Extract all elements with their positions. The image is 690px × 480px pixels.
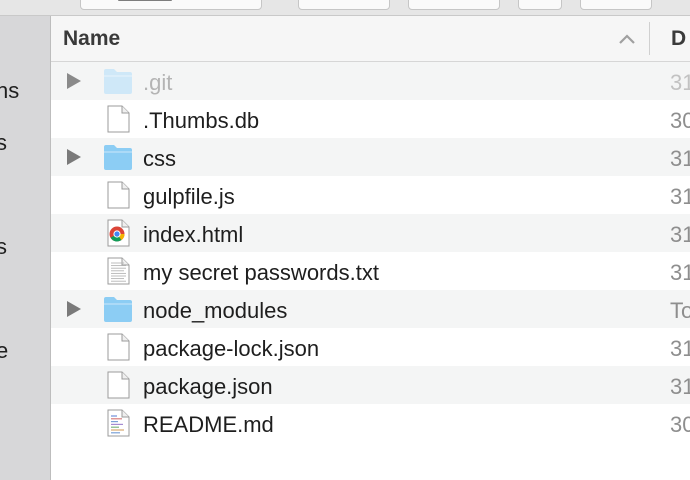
sidebar: ns s s e <box>0 16 51 480</box>
toolbar-selected-segment <box>118 0 172 1</box>
disclosure-triangle-icon[interactable] <box>67 73 81 89</box>
file-list: .git 31 .Thumbs.db 30 css 31 gulpfile.js 31 inde… <box>51 62 690 442</box>
column-header: Name D <box>51 16 690 62</box>
file-name: css <box>143 146 176 171</box>
chrome-html-file-icon <box>103 219 133 247</box>
file-row[interactable]: README.md 30 <box>51 404 690 442</box>
file-name: node_modules <box>143 298 288 323</box>
toolbar <box>0 0 690 16</box>
document-file-icon <box>103 371 133 399</box>
file-date-modified: 31 <box>670 260 690 285</box>
sidebar-item-label[interactable]: ns <box>0 78 19 104</box>
file-row[interactable]: css 31 <box>51 138 690 176</box>
markdown-file-icon <box>103 409 133 437</box>
document-file-icon <box>103 333 133 361</box>
file-date-modified: 31 <box>670 374 690 399</box>
toolbar-group-button[interactable] <box>408 0 500 10</box>
file-date-modified: 31 <box>670 146 690 171</box>
toolbar-action-button[interactable] <box>518 0 562 10</box>
file-name: index.html <box>143 222 244 247</box>
file-row[interactable]: my secret passwords.txt 31 <box>51 252 690 290</box>
file-row[interactable]: package.json 31 <box>51 366 690 404</box>
file-row[interactable]: gulpfile.js 31 <box>51 176 690 214</box>
disclosure-triangle-icon[interactable] <box>67 149 81 165</box>
sidebar-item-label[interactable]: s <box>0 234 7 260</box>
file-date-modified: 30 <box>670 108 690 133</box>
document-file-icon <box>103 181 133 209</box>
sidebar-item-label[interactable]: s <box>0 130 7 156</box>
file-date-modified: 31 <box>670 222 690 247</box>
file-row[interactable]: .Thumbs.db 30 <box>51 100 690 138</box>
file-row[interactable]: package-lock.json 31 <box>51 328 690 366</box>
file-row[interactable]: index.html 31 <box>51 214 690 252</box>
folder-icon <box>103 67 133 95</box>
file-name: .git <box>143 70 173 95</box>
file-date-modified: 31 <box>670 70 690 95</box>
column-header-name[interactable]: Name <box>63 27 120 51</box>
toolbar-share-button[interactable] <box>580 0 652 10</box>
toolbar-view-button[interactable] <box>298 0 390 10</box>
file-name: package-lock.json <box>143 336 320 361</box>
toolbar-back-forward-button[interactable] <box>80 0 262 10</box>
column-divider[interactable] <box>649 22 650 55</box>
disclosure-triangle-icon[interactable] <box>67 301 81 317</box>
file-name: my secret passwords.txt <box>143 260 379 285</box>
text-file-icon <box>103 257 133 285</box>
file-row[interactable]: .git 31 <box>51 62 690 100</box>
file-list-pane: Name D .git 31 .Thumbs.db 30 css 31 gulpfile.j… <box>51 16 690 480</box>
file-name: gulpfile.js <box>143 184 235 209</box>
folder-icon <box>103 295 133 323</box>
document-file-icon <box>103 105 133 133</box>
file-name: .Thumbs.db <box>143 108 260 133</box>
file-date-modified: 30 <box>670 412 690 437</box>
column-header-date[interactable]: D <box>671 27 686 51</box>
sidebar-item-label[interactable]: e <box>0 338 8 364</box>
sort-ascending-icon[interactable] <box>616 28 638 50</box>
file-date-modified: 31 <box>670 184 690 209</box>
folder-icon <box>103 143 133 171</box>
file-name: package.json <box>143 374 273 399</box>
file-name: README.md <box>143 412 274 437</box>
file-date-modified: To <box>670 298 690 323</box>
file-date-modified: 31 <box>670 336 690 361</box>
file-row[interactable]: node_modules To <box>51 290 690 328</box>
